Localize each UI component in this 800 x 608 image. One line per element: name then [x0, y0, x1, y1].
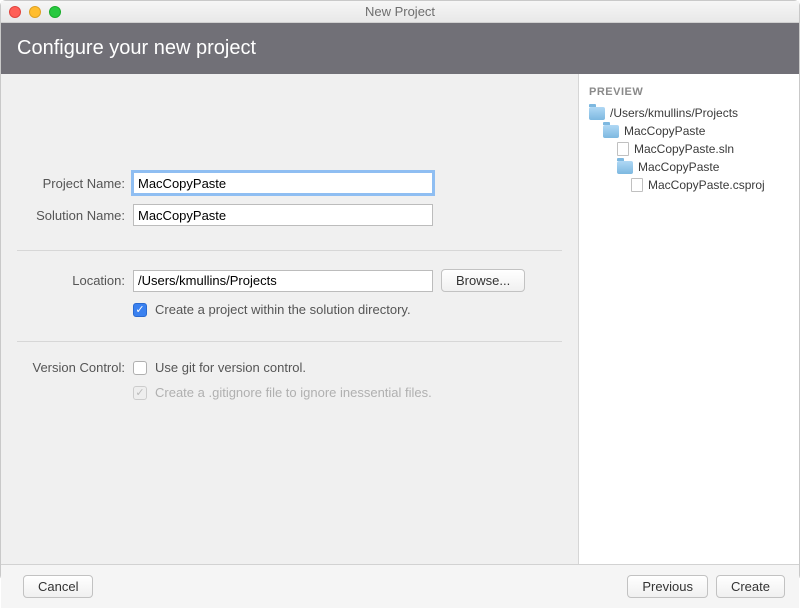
window-title: New Project [1, 4, 799, 19]
solution-name-input[interactable] [133, 204, 433, 226]
location-input[interactable] [133, 270, 433, 292]
form-pane: Project Name: Solution Name: Location: B… [1, 74, 579, 564]
solution-name-row: Solution Name: [17, 204, 562, 226]
version-control-label: Version Control: [17, 360, 133, 375]
tree-item: MacCopyPaste [589, 158, 789, 176]
folder-icon [589, 107, 605, 120]
tree-item: MacCopyPaste [589, 122, 789, 140]
file-icon [617, 142, 629, 156]
tree-item-label: MacCopyPaste [638, 160, 719, 174]
folder-icon [603, 125, 619, 138]
tree-item-label: /Users/kmullins/Projects [610, 106, 738, 120]
project-name-row: Project Name: [17, 172, 562, 194]
folder-icon [617, 161, 633, 174]
preview-title: PREVIEW [589, 86, 789, 98]
tree-item-label: MacCopyPaste.sln [634, 142, 734, 156]
project-name-label: Project Name: [17, 176, 133, 191]
preview-pane: PREVIEW /Users/kmullins/Projects MacCopyP… [579, 74, 799, 564]
location-label: Location: [17, 273, 133, 288]
project-name-input[interactable] [133, 172, 433, 194]
create-in-dir-row: ✓ Create a project within the solution d… [17, 302, 562, 317]
cancel-button[interactable]: Cancel [23, 575, 93, 598]
footer: Cancel Previous Create [1, 564, 799, 608]
create-button[interactable]: Create [716, 575, 785, 598]
solution-name-label: Solution Name: [17, 208, 133, 223]
page-title: Configure your new project [17, 37, 256, 59]
preview-tree: /Users/kmullins/Projects MacCopyPaste MacC… [589, 104, 789, 194]
version-control-row: Version Control: Use git for version con… [17, 360, 562, 375]
tree-item: MacCopyPaste.csproj [589, 176, 789, 194]
use-git-label: Use git for version control. [155, 360, 306, 375]
create-in-dir-checkbox[interactable]: ✓ [133, 303, 147, 317]
browse-button[interactable]: Browse... [441, 269, 525, 292]
titlebar: New Project [1, 1, 799, 23]
tree-item: MacCopyPaste.sln [589, 140, 789, 158]
tree-item-label: MacCopyPaste [624, 124, 705, 138]
gitignore-checkbox: ✓ [133, 386, 147, 400]
page-header: Configure your new project [1, 23, 799, 74]
location-row: Location: Browse... [17, 269, 562, 292]
file-icon [631, 178, 643, 192]
content-area: Project Name: Solution Name: Location: B… [1, 74, 799, 564]
gitignore-label: Create a .gitignore file to ignore iness… [155, 385, 432, 400]
tree-item: /Users/kmullins/Projects [589, 104, 789, 122]
tree-item-label: MacCopyPaste.csproj [648, 178, 765, 192]
create-in-dir-label: Create a project within the solution dir… [155, 302, 411, 317]
use-git-checkbox[interactable] [133, 361, 147, 375]
gitignore-row: ✓ Create a .gitignore file to ignore ine… [17, 385, 562, 400]
previous-button[interactable]: Previous [627, 575, 708, 598]
